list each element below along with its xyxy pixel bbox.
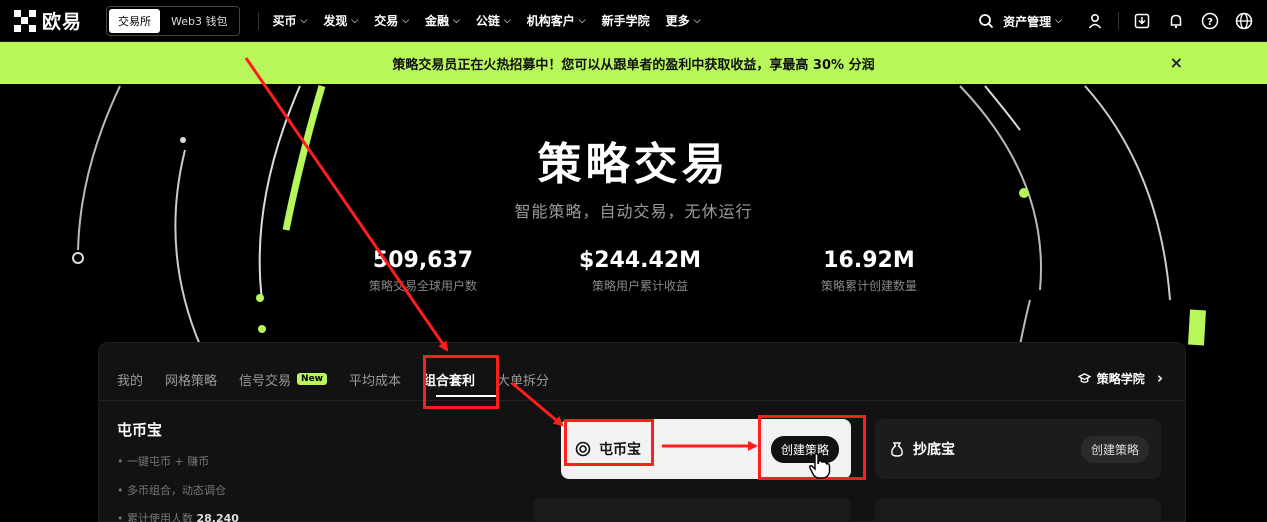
- create-strategy-button[interactable]: 创建策略: [1080, 436, 1149, 463]
- annotation-box: [423, 355, 499, 409]
- new-badge: New: [297, 373, 327, 385]
- download-icon[interactable]: [1125, 0, 1159, 42]
- strategy-card-partial[interactable]: [533, 498, 851, 522]
- tab-average-cost[interactable]: 平均成本: [349, 369, 401, 389]
- stat-value: $244.42M: [578, 248, 702, 273]
- strategy-academy-link[interactable]: 策略学院 ›: [1077, 369, 1163, 387]
- asset-management-menu[interactable]: 资产管理 ⌵: [1003, 13, 1062, 30]
- nav-item-academy[interactable]: 新手学院: [602, 12, 650, 29]
- close-icon[interactable]: ×: [1170, 53, 1183, 72]
- tab-block-split[interactable]: 大单拆分: [497, 369, 549, 389]
- chevron-down-icon: ⌵: [578, 15, 586, 26]
- chevron-down-icon: ⌵: [402, 15, 410, 26]
- nav-item-more[interactable]: 更多 ⌵: [666, 12, 701, 29]
- strategy-card-bottom-fishing[interactable]: 抄底宝 创建策略: [875, 419, 1161, 479]
- top-navigation: 欧易 交易所 Web3 钱包 买币 ⌵ 发现 ⌵ 交易 ⌵ 金融 ⌵ 公链 ⌵ 机构客户 ⌵…: [0, 0, 1267, 42]
- globe-icon[interactable]: [1227, 0, 1261, 42]
- search-icon[interactable]: [969, 0, 1003, 42]
- feature-bullet: • 多币组合，动态调仓: [117, 484, 226, 497]
- page-subtitle: 智能策略，自动交易，无休运行: [514, 202, 753, 221]
- strategy-name: 抄底宝: [913, 442, 955, 458]
- help-icon[interactable]: ?: [1193, 0, 1227, 42]
- stat-cumulative-earnings: $244.42M 策略用户累计收益: [535, 248, 745, 294]
- nav-item-finance[interactable]: 金融 ⌵: [425, 12, 460, 29]
- tab-signal-trading[interactable]: 信号交易 New: [239, 369, 327, 389]
- nav-item-chain[interactable]: 公链 ⌵: [476, 12, 511, 29]
- chevron-down-icon: ⌵: [351, 15, 359, 26]
- stat-label: 策略累计创建数量: [820, 279, 917, 293]
- nav-item-institutional[interactable]: 机构客户 ⌵: [527, 12, 586, 29]
- tab-mine[interactable]: 我的: [117, 369, 143, 389]
- stat-global-users: 509,637 策略交易全球用户数: [318, 248, 528, 294]
- chevron-down-icon: ⌵: [453, 15, 460, 26]
- chevron-down-icon: ⌵: [1055, 16, 1062, 26]
- stat-value: 16.92M: [823, 248, 915, 273]
- nav-item-buy-crypto[interactable]: 买币 ⌵: [273, 12, 308, 29]
- graduation-cap-icon: [1077, 372, 1091, 383]
- tab-grid-strategy[interactable]: 网格策略: [165, 369, 217, 389]
- user-icon[interactable]: [1078, 0, 1112, 42]
- stat-strategies-created: 16.92M 策略累计创建数量: [764, 248, 974, 294]
- mode-switch: 交易所 Web3 钱包: [106, 5, 240, 36]
- strategy-card-partial[interactable]: [875, 498, 1161, 522]
- nav-divider: [257, 11, 259, 30]
- hand-pointer-icon: [809, 452, 831, 479]
- promo-banner: 策略交易员正在火热招募中！您可以从跟单者的盈利中获取收益，享最高 30% 分润 …: [0, 42, 1267, 84]
- nav-item-trade[interactable]: 交易 ⌵: [374, 12, 409, 29]
- brand-name: 欧易: [42, 11, 83, 33]
- stat-label: 策略交易全球用户数: [368, 279, 477, 293]
- annotation-box: [564, 419, 654, 466]
- brand-logo[interactable]: 欧易: [14, 7, 82, 34]
- chevron-down-icon: ⌵: [503, 15, 511, 26]
- section-title: 屯币宝: [117, 421, 163, 439]
- bell-icon[interactable]: [1159, 0, 1193, 42]
- stat-label: 策略用户累计收益: [591, 279, 688, 293]
- stat-value: 509,637: [372, 248, 474, 273]
- nav-right-tools: 资产管理 ⌵ ?: [969, 0, 1267, 42]
- web3-wallet-mode-button[interactable]: Web3 钱包: [162, 9, 236, 33]
- nav-item-discover[interactable]: 发现 ⌵: [323, 12, 358, 29]
- okx-logo-icon: [14, 9, 36, 32]
- nav-divider: [1118, 12, 1119, 30]
- page-title: 策略交易: [537, 139, 730, 190]
- usage-count: • 累计使用人数 28,240: [117, 512, 239, 522]
- money-bag-icon: [891, 442, 903, 457]
- chevron-down-icon: ⌵: [300, 15, 308, 26]
- feature-bullet: • 一键屯币 + 赚币: [117, 455, 210, 468]
- svg-text:?: ?: [1207, 17, 1213, 28]
- promo-banner-text: 策略交易员正在火热招募中！您可以从跟单者的盈利中获取收益，享最高 30% 分润: [392, 57, 875, 73]
- exchange-mode-button[interactable]: 交易所: [109, 8, 161, 33]
- main-nav: 买币 ⌵ 发现 ⌵ 交易 ⌵ 金融 ⌵ 公链 ⌵ 机构客户 ⌵ 新手学院 更多 ⌵: [273, 12, 701, 29]
- chevron-down-icon: ⌵: [693, 15, 701, 26]
- panel-divider: [99, 400, 1185, 401]
- chevron-right-icon: ›: [1156, 369, 1163, 387]
